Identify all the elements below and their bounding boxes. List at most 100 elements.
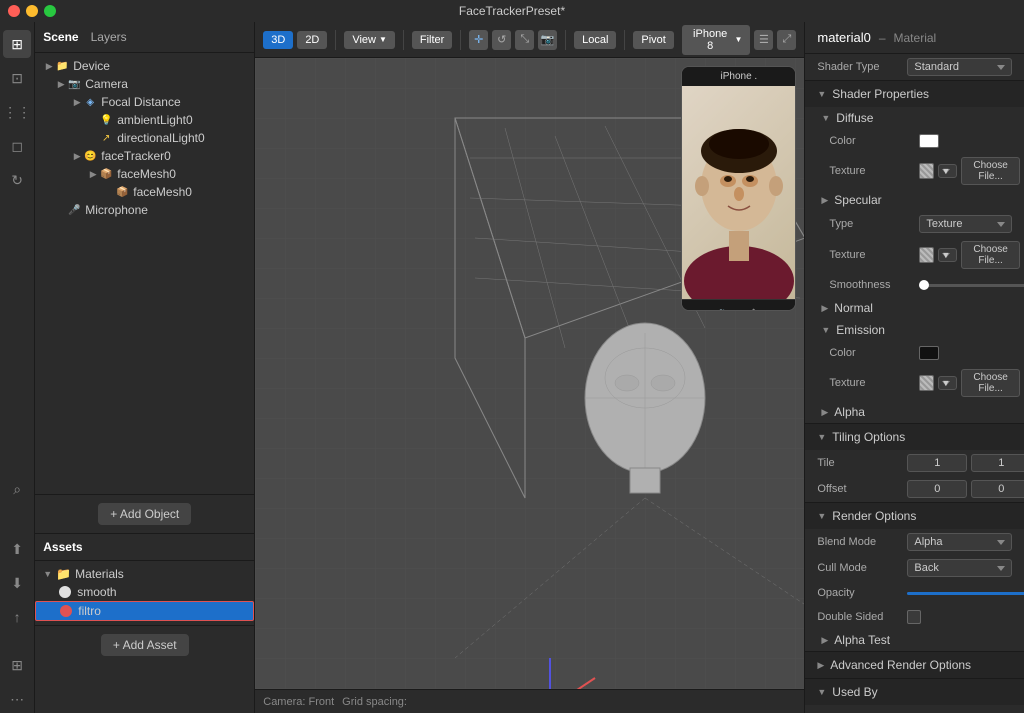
toolbar-download-icon[interactable]: ⬇ — [3, 569, 31, 597]
filtro-input[interactable] — [78, 604, 245, 618]
maximize-button[interactable] — [44, 5, 56, 17]
vp-sep5 — [624, 30, 625, 50]
specular-type-row: Type Texture — [805, 211, 1024, 237]
tree-item-device[interactable]: ▶ 📁 Device — [35, 57, 254, 75]
camera-label: Camera — [85, 77, 128, 91]
tree-item-focal[interactable]: ▶ ◈ Focal Distance — [35, 93, 254, 111]
texture-preview-1[interactable] — [919, 163, 934, 179]
color-swatch-white[interactable] — [919, 134, 939, 148]
double-sided-value — [907, 610, 1012, 624]
shader-properties-section[interactable]: ▼ Shader Properties — [805, 80, 1024, 107]
used-by-title: Used By — [832, 685, 877, 699]
toolbar-view-icon[interactable]: ⊡ — [3, 64, 31, 92]
normal-subsection[interactable]: ▶ Normal — [805, 297, 1024, 319]
specular-type-value: Texture — [919, 215, 1012, 233]
phone-face-svg — [682, 86, 795, 299]
texture-preview-3[interactable] — [919, 375, 934, 391]
filter-button[interactable]: Filter — [412, 31, 452, 49]
tree-item-facemesh-child[interactable]: 📦 faceMesh0 — [35, 183, 254, 201]
tree-item-facetracker[interactable]: ▶ 😊 faceTracker0 — [35, 147, 254, 165]
emission-subsection[interactable]: ▼ Emission — [805, 319, 1024, 341]
focal-icon: ◈ — [83, 95, 97, 109]
used-by-section[interactable]: ▼ Used By — [805, 678, 1024, 705]
opacity-slider[interactable] — [907, 592, 1024, 595]
alpha-subsection[interactable]: ▶ Alpha — [805, 401, 1024, 423]
texture-select-3[interactable]: ▼ — [938, 376, 957, 390]
choose-file-btn-2[interactable]: Choose File... — [961, 241, 1020, 269]
viewport-list-icon[interactable]: ☰ — [754, 30, 773, 50]
toolbar-grid-icon[interactable]: ⋮⋮ — [3, 98, 31, 126]
texture-select-1[interactable]: ▼ — [938, 164, 957, 178]
view-button[interactable]: View▼ — [344, 31, 395, 49]
blend-mode-select[interactable]: Alpha Add Multiply None — [907, 533, 1012, 551]
phone-camera-icon[interactable]: 📷 — [718, 306, 735, 311]
right-panel-header: material0 – Material — [805, 22, 1024, 54]
diffuse-subsection[interactable]: ▼ Diffuse — [805, 107, 1024, 129]
material-dash: – — [879, 31, 886, 45]
move-icon[interactable]: ✛ — [469, 30, 488, 50]
toolbar-upload-icon[interactable]: ⬆ — [3, 535, 31, 563]
traffic-lights — [8, 5, 56, 17]
camera-vp-icon[interactable]: 📷 — [538, 30, 557, 50]
device-selector[interactable]: iPhone 8 ▼ — [682, 25, 751, 55]
assets-title: Assets — [43, 540, 82, 554]
toolbar-search-icon[interactable]: ⌕ — [3, 475, 31, 503]
cull-mode-select[interactable]: Back Front None — [907, 559, 1012, 577]
phone-share-icon[interactable]: ⬆ — [748, 306, 760, 311]
used-by-arrow: ▼ — [817, 687, 826, 697]
toolbar-more-icon[interactable]: ⋯ — [3, 685, 31, 713]
offset-y-input[interactable] — [971, 480, 1024, 498]
double-sided-checkbox[interactable] — [907, 610, 921, 624]
add-asset-button[interactable]: + Add Asset — [101, 634, 189, 656]
tree-item-facemesh-parent[interactable]: ▶ 📦 faceMesh0 — [35, 165, 254, 183]
minimize-button[interactable] — [26, 5, 38, 17]
texture-preview-2[interactable] — [919, 247, 934, 263]
view-chevron: ▼ — [379, 35, 387, 44]
layers-tab[interactable]: Layers — [87, 28, 131, 46]
render-options-section[interactable]: ▼ Render Options — [805, 502, 1024, 529]
pivot-button[interactable]: Pivot — [633, 31, 673, 49]
shader-type-select[interactable]: Standard — [907, 58, 1012, 76]
offset-value — [907, 480, 1024, 498]
tree-item-directional[interactable]: ↗ directionalLight0 — [35, 129, 254, 147]
tile-y-input[interactable] — [971, 454, 1024, 472]
toolbar-scene-icon[interactable]: ⊞ — [3, 30, 31, 58]
toolbar-grid2-icon[interactable]: ⊞ — [3, 651, 31, 679]
offset-x-input[interactable] — [907, 480, 967, 498]
viewport-expand-icon[interactable]: ⤢ — [777, 30, 796, 50]
tree-item-ambient[interactable]: 💡 ambientLight0 — [35, 111, 254, 129]
tree-item-camera[interactable]: ▶ 📷 Camera — [35, 75, 254, 93]
asset-item-filtro[interactable] — [35, 601, 254, 621]
emission-color-swatch[interactable] — [919, 346, 939, 360]
choose-file-btn-1[interactable]: Choose File... — [961, 157, 1020, 185]
advanced-render-section[interactable]: ▶ Advanced Render Options — [805, 651, 1024, 678]
tile-x-input[interactable] — [907, 454, 967, 472]
emission-arrow: ▼ — [821, 325, 830, 335]
toolbar-refresh-icon[interactable]: ↻ — [3, 166, 31, 194]
focal-arrow: ▶ — [71, 96, 83, 108]
smoothness-slider[interactable] — [919, 284, 1024, 287]
scale-icon[interactable]: ⤡ — [515, 30, 534, 50]
directional-label: directionalLight0 — [117, 131, 204, 145]
shader-properties-arrow: ▼ — [817, 89, 826, 99]
rotate-icon[interactable]: ↺ — [492, 30, 511, 50]
tree-item-microphone[interactable]: 🎤 Microphone — [35, 201, 254, 219]
add-object-button[interactable]: + Add Object — [98, 503, 191, 525]
3d-button[interactable]: 3D — [263, 31, 293, 49]
specular-subsection[interactable]: ▶ Specular — [805, 189, 1024, 211]
view-label: View — [352, 34, 376, 46]
toolbar-box-icon[interactable]: ◻ — [3, 132, 31, 160]
cull-mode-value: Back Front None — [907, 559, 1012, 577]
specular-type-select[interactable]: Texture — [919, 215, 1012, 233]
camera-icon: 📷 — [67, 77, 81, 91]
assets-materials-folder[interactable]: ▼ 📁 Materials — [35, 565, 254, 583]
asset-item-smooth[interactable]: smooth — [35, 583, 254, 601]
2d-button[interactable]: 2D — [297, 31, 327, 49]
toolbar-share-icon[interactable]: ↑ — [3, 603, 31, 631]
local-button[interactable]: Local — [574, 31, 616, 49]
close-button[interactable] — [8, 5, 20, 17]
alpha-test-subsection[interactable]: ▶ Alpha Test — [805, 629, 1024, 651]
texture-select-2[interactable]: ▼ — [938, 248, 957, 262]
choose-file-btn-3[interactable]: Choose File... — [961, 369, 1020, 397]
tiling-options-section[interactable]: ▼ Tiling Options — [805, 423, 1024, 450]
